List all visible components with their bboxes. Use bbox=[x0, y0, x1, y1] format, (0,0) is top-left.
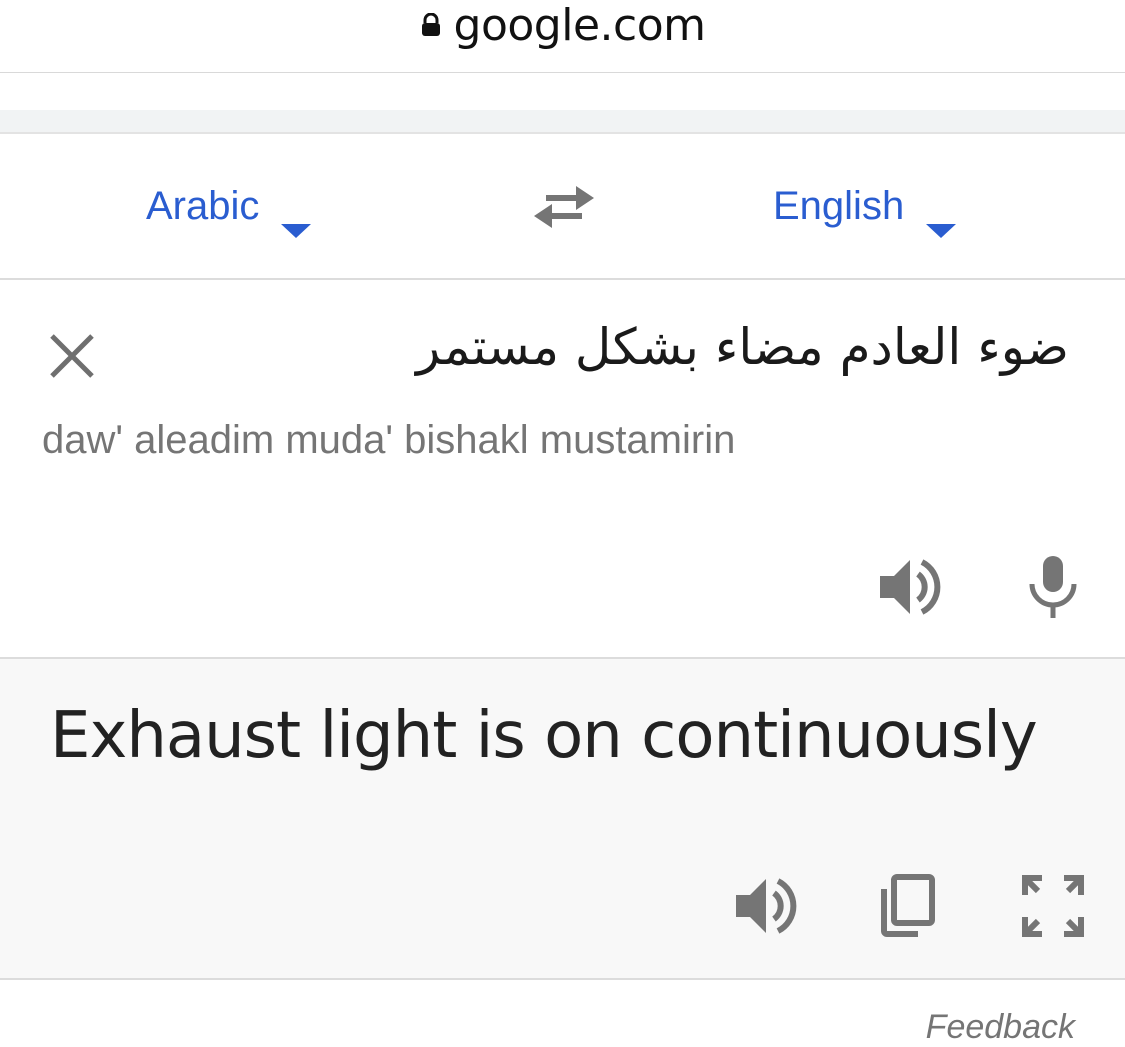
copy-icon[interactable] bbox=[876, 873, 940, 939]
fullscreen-icon[interactable] bbox=[1020, 873, 1086, 939]
source-language-selector[interactable]: Arabic bbox=[146, 184, 312, 238]
target-language-selector[interactable]: English bbox=[773, 184, 957, 238]
source-panel: ضوء العادم مضاء بشكل مستمر daw' aleadim … bbox=[0, 280, 1125, 659]
microphone-icon[interactable] bbox=[1026, 554, 1080, 620]
speaker-icon[interactable] bbox=[876, 554, 942, 620]
chevron-down-icon bbox=[926, 203, 957, 238]
url-text: google.com bbox=[453, 0, 706, 51]
transliteration-text: daw' aleadim muda' bishakl mustamirin bbox=[42, 418, 736, 462]
translation-result-panel: Exhaust light is on continuously bbox=[0, 659, 1125, 980]
lock-icon bbox=[420, 12, 442, 37]
chevron-down-icon bbox=[281, 203, 312, 238]
language-bar: Arabic English bbox=[0, 134, 1125, 280]
address-bar[interactable]: google.com bbox=[0, 0, 1125, 73]
swap-arrows-icon[interactable] bbox=[532, 184, 596, 230]
source-language-label: Arabic bbox=[146, 184, 260, 228]
translation-text: Exhaust light is on continuously bbox=[50, 699, 1038, 773]
source-text-input[interactable]: ضوء العادم مضاء بشكل مستمر bbox=[416, 318, 1069, 376]
close-icon[interactable] bbox=[48, 332, 96, 380]
feedback-link[interactable]: Feedback bbox=[926, 1008, 1075, 1047]
speaker-icon[interactable] bbox=[732, 873, 798, 939]
target-language-label: English bbox=[773, 184, 905, 228]
divider-strip bbox=[0, 110, 1125, 134]
